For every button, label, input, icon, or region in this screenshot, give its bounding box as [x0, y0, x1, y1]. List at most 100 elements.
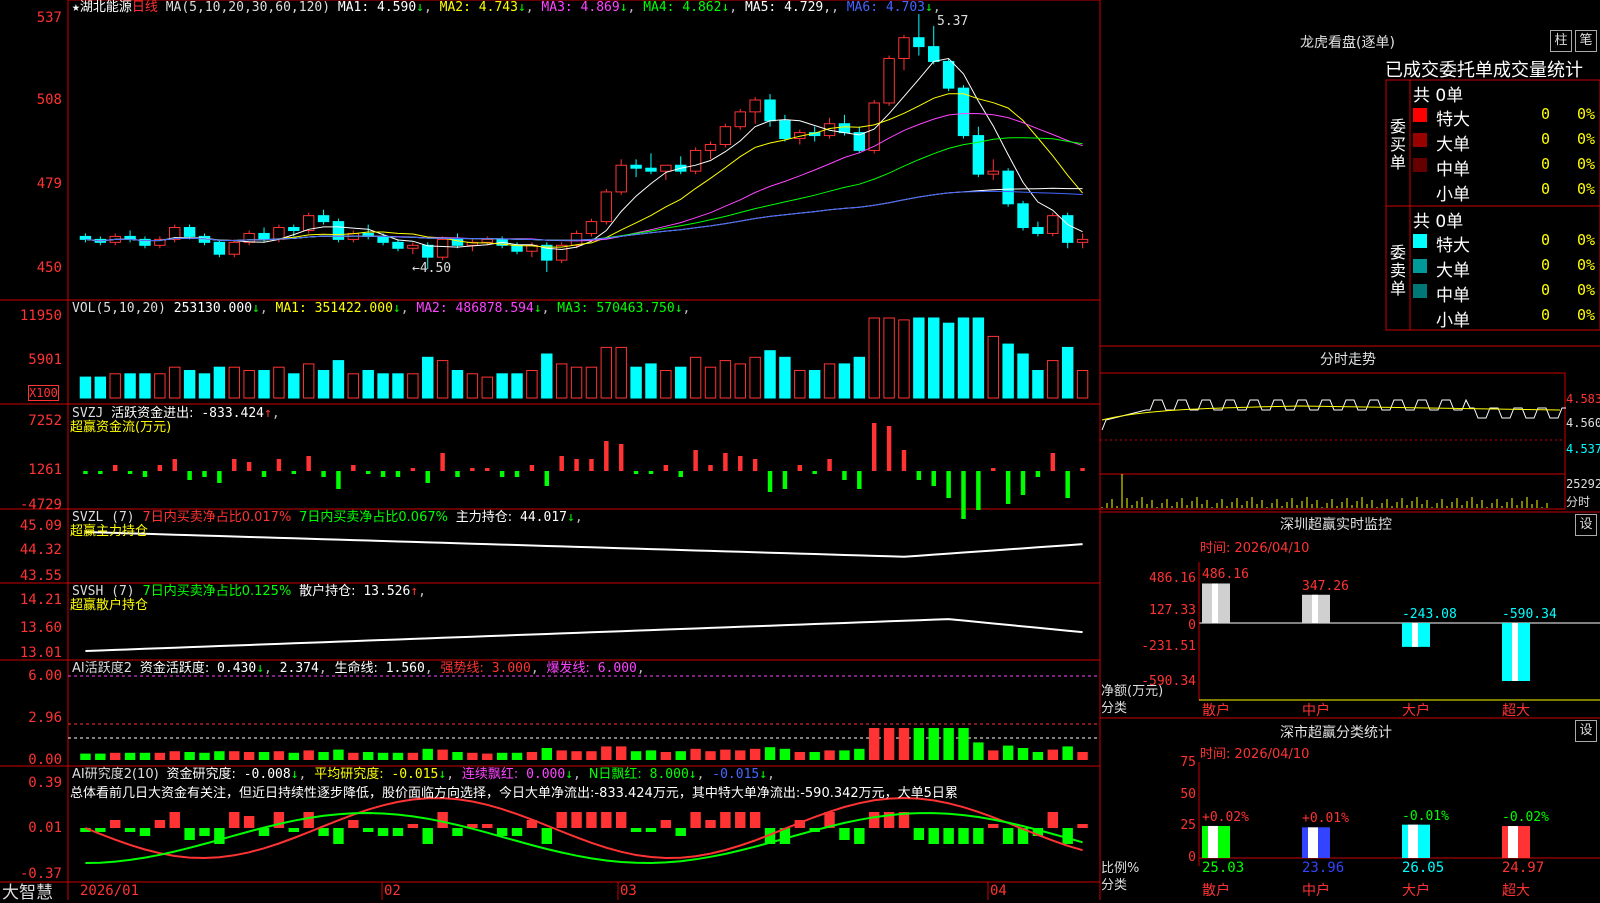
volume-bar[interactable] [183, 370, 196, 399]
volume-bar[interactable] [481, 376, 493, 399]
volume-bar[interactable] [555, 363, 568, 399]
research-bar[interactable] [139, 828, 151, 836]
fund-flow-bar[interactable] [559, 456, 564, 471]
volume-bar[interactable] [1047, 360, 1059, 399]
candle-body[interactable] [1002, 170, 1014, 205]
volume-bar[interactable] [630, 366, 642, 399]
fund-flow-bar[interactable] [246, 462, 252, 471]
candle-body[interactable] [570, 232, 583, 246]
volume-bar[interactable] [615, 346, 627, 399]
volume-bar[interactable] [719, 360, 732, 399]
fund-flow-bar[interactable] [544, 471, 550, 486]
tab-pen-button[interactable]: 笔 [1575, 30, 1597, 52]
fund-flow-bar[interactable] [485, 468, 490, 471]
fund-flow-bar[interactable] [142, 471, 148, 477]
activity-bar[interactable] [928, 728, 939, 760]
candle-body[interactable] [511, 244, 523, 252]
activity-bar[interactable] [258, 752, 270, 760]
activity-bar[interactable] [809, 752, 820, 760]
fund-flow-bar[interactable] [127, 471, 133, 474]
period-label[interactable]: 日线 [132, 0, 158, 15]
activity-bar[interactable] [883, 728, 895, 760]
activity-bar[interactable] [824, 750, 835, 760]
research-bar[interactable] [1047, 812, 1059, 828]
candle-body[interactable] [407, 244, 419, 249]
activity-bar[interactable] [720, 749, 731, 760]
volume-bar[interactable] [288, 373, 300, 399]
activity-bar[interactable] [615, 746, 627, 760]
fund-flow-bar[interactable] [1005, 471, 1011, 504]
volume-bar[interactable] [377, 373, 389, 399]
volume-bar[interactable] [198, 373, 211, 399]
activity-bar[interactable] [392, 752, 404, 760]
volume-bar[interactable] [779, 356, 791, 399]
fund-flow-bar[interactable] [202, 471, 207, 477]
activity-bar[interactable] [526, 752, 538, 760]
fund-flow-bar[interactable] [871, 423, 877, 471]
activity-bar[interactable] [839, 750, 850, 760]
fund-flow-bar[interactable] [782, 471, 788, 489]
activity-bar[interactable] [496, 752, 508, 760]
activity-bar[interactable] [1032, 752, 1044, 760]
research-bar[interactable] [1077, 824, 1088, 828]
candle-body[interactable] [734, 111, 746, 128]
activity-bar[interactable] [333, 749, 344, 760]
candle-body[interactable] [317, 215, 330, 223]
activity-bar[interactable] [109, 752, 121, 760]
activity-bar[interactable] [377, 752, 389, 760]
volume-bar[interactable] [1002, 343, 1014, 399]
research-bar[interactable] [362, 828, 374, 832]
candle-body[interactable] [332, 221, 345, 240]
volume-bar[interactable] [957, 317, 970, 399]
activity-bar[interactable] [705, 751, 716, 760]
candle-body[interactable] [942, 60, 955, 89]
activity-bar[interactable] [318, 752, 329, 760]
volume-bar[interactable] [362, 370, 374, 399]
fund-flow-bar[interactable] [946, 471, 951, 498]
volume-bar[interactable] [808, 370, 821, 399]
volume-bar[interactable] [868, 317, 880, 399]
activity-bar[interactable] [749, 748, 761, 760]
research-bar[interactable] [630, 828, 642, 832]
candle-body[interactable] [660, 164, 672, 172]
fund-flow-bar[interactable] [365, 471, 371, 474]
fund-flow-bar[interactable] [529, 465, 535, 471]
activity-bar[interactable] [571, 751, 582, 760]
candle-body[interactable] [838, 123, 851, 134]
volume-bar[interactable] [600, 346, 613, 399]
activity-bar[interactable] [80, 753, 91, 760]
research-bar[interactable] [154, 820, 166, 828]
activity-bar[interactable] [675, 751, 686, 760]
activity-bar[interactable] [243, 752, 255, 760]
volume-bar[interactable] [496, 373, 508, 399]
fund-flow-bar[interactable] [514, 471, 520, 477]
candle-body[interactable] [213, 241, 226, 255]
fund-flow-bar[interactable] [306, 456, 311, 471]
volume-bar[interactable] [243, 370, 255, 399]
research-bar[interactable] [377, 828, 389, 836]
chart-canvas[interactable] [0, 0, 1600, 900]
fund-flow-bar[interactable] [901, 450, 907, 471]
candle-body[interactable] [377, 235, 389, 243]
fund-flow-bar[interactable] [723, 453, 728, 471]
fund-flow-bar[interactable] [618, 444, 624, 471]
research-bar[interactable] [854, 828, 865, 844]
fund-flow-bar[interactable] [1020, 471, 1026, 495]
fund-flow-bar[interactable] [232, 459, 237, 471]
volume-bar[interactable] [1032, 370, 1044, 399]
candle-body[interactable] [228, 241, 240, 255]
volume-bar[interactable] [422, 356, 434, 399]
candle-body[interactable] [615, 164, 627, 193]
research-bar[interactable] [199, 828, 210, 836]
candle-body[interactable] [868, 102, 880, 151]
volume-bar[interactable] [838, 363, 851, 399]
activity-bar[interactable] [452, 752, 463, 760]
fund-flow-bar[interactable] [648, 471, 654, 474]
activity-bar[interactable] [586, 751, 597, 760]
fund-flow-bar[interactable] [261, 471, 267, 477]
volume-bar[interactable] [1017, 353, 1029, 399]
activity-bar[interactable] [437, 749, 448, 760]
fund-flow-bar[interactable] [842, 471, 847, 480]
volume-bar[interactable] [987, 335, 999, 399]
candle-body[interactable] [928, 46, 940, 62]
